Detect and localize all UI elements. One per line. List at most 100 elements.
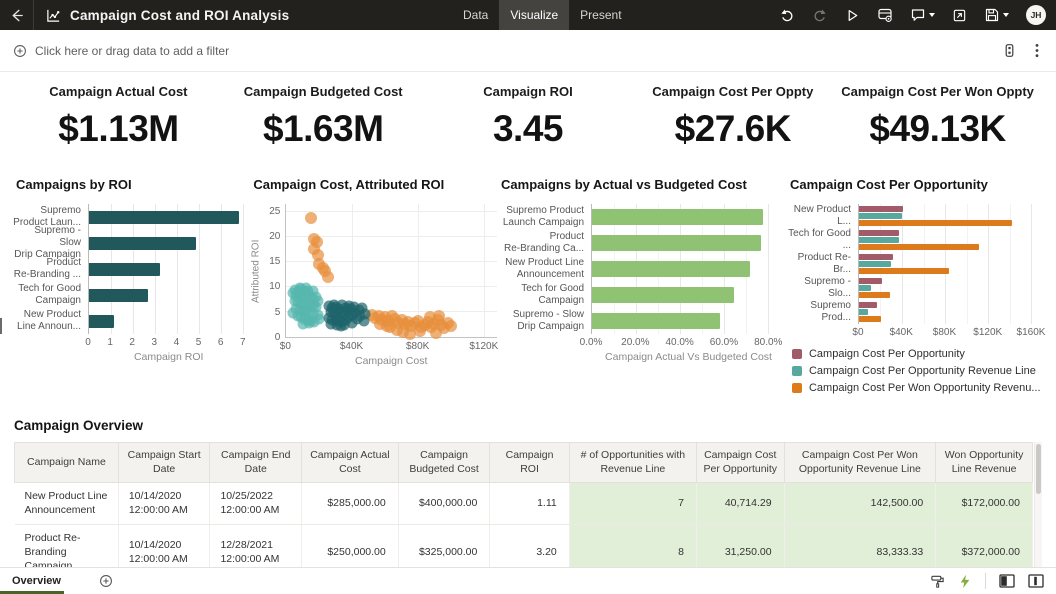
tab-overview[interactable]: Overview [0, 568, 81, 594]
table-row[interactable]: New Product Line Announcement10/14/2020 … [15, 483, 1033, 524]
bar [592, 209, 763, 225]
column-header[interactable]: Campaign Cost Per Won Opportunity Revenu… [784, 443, 936, 483]
table-row[interactable]: Product Re-Branding Campaign10/14/2020 1… [15, 524, 1033, 572]
data-point [360, 308, 371, 319]
bar [89, 237, 196, 250]
column-header[interactable]: # of Opportunities with Revenue Line [569, 443, 696, 483]
column-header[interactable]: Campaign Budgeted Cost [398, 443, 490, 483]
back-arrow-icon [9, 8, 24, 23]
kpi-label: Campaign Budgeted Cost [221, 84, 426, 99]
kebab-menu-icon[interactable] [1035, 43, 1039, 58]
x-tick-label: 80.0% [754, 337, 782, 348]
comments-button[interactable] [910, 7, 935, 23]
chart-canvas: Supremo Product Launch CampaignProduct R… [497, 204, 786, 363]
widget-cost-per-opportunity[interactable]: Campaign Cost Per Opportunity New Produc… [786, 177, 1044, 394]
bar-series-0 [859, 230, 899, 236]
play-icon [845, 8, 860, 23]
widget-actual-vs-budgeted[interactable]: Campaigns by Actual vs Budgeted Cost Sup… [497, 177, 786, 363]
page-tabs-bar: Overview [0, 567, 1056, 594]
y-tick-label: 10 [269, 282, 280, 292]
tab-data[interactable]: Data [452, 0, 499, 30]
x-tick-label: 60.0% [710, 337, 738, 348]
layout-center-panel-icon[interactable] [1028, 574, 1044, 588]
plot-area [858, 204, 1044, 324]
table-cell: 40,714.29 [697, 483, 785, 524]
chart-title: Campaigns by ROI [16, 177, 249, 192]
kpi-cost-per-oppty[interactable]: Campaign Cost Per Oppty $27.6K [630, 84, 835, 150]
column-header[interactable]: Won Opportunity Line Revenue [936, 443, 1033, 483]
gridline [221, 204, 222, 334]
conditional-formatting-icon[interactable] [1002, 43, 1017, 58]
chart-canvas: Supremo Product Laun...Supremo - Slow Dr… [12, 204, 249, 363]
kpi-cost-per-won-oppty[interactable]: Campaign Cost Per Won Oppty $49.13K [835, 84, 1040, 150]
column-header[interactable]: Campaign End Date [210, 443, 302, 483]
table-cell: $325,000.00 [398, 524, 490, 572]
scrollbar-thumb[interactable] [1036, 444, 1041, 494]
table-cell: 3.20 [490, 524, 569, 572]
paint-roller-icon[interactable] [930, 574, 945, 589]
x-axis-title: Campaign Actual Vs Budgeted Cost [591, 348, 786, 363]
kpi-row: Campaign Actual Cost $1.13M Campaign Bud… [0, 72, 1056, 150]
kpi-campaign-budgeted-cost[interactable]: Campaign Budgeted Cost $1.63M [221, 84, 426, 150]
kpi-campaign-actual-cost[interactable]: Campaign Actual Cost $1.13M [16, 84, 221, 150]
bar [89, 211, 239, 224]
header-actions: JH [779, 5, 1056, 25]
footer-actions [930, 573, 1056, 589]
undo-icon [779, 7, 795, 23]
undo-button[interactable] [779, 7, 795, 23]
column-header[interactable]: Campaign Name [15, 443, 119, 483]
category-label: New Product Line Announ... [12, 308, 88, 334]
user-avatar[interactable]: JH [1026, 5, 1046, 25]
bar-series-2 [859, 268, 949, 274]
tab-present[interactable]: Present [569, 0, 632, 30]
category-label: Product Re-Br... [786, 252, 858, 276]
table-cell: $400,000.00 [398, 483, 490, 524]
preview-button[interactable] [845, 8, 860, 23]
kpi-label: Campaign Actual Cost [16, 84, 221, 99]
bar-series-1 [859, 261, 891, 267]
mode-tabs: Data Visualize Present [452, 0, 633, 30]
add-page-icon [99, 574, 113, 588]
x-tick-label: $0 [852, 327, 863, 338]
bar [592, 313, 720, 329]
table-cell: 8 [569, 524, 696, 572]
redo-button[interactable] [812, 7, 828, 23]
table-cell: $172,000.00 [936, 483, 1033, 524]
column-header[interactable]: Campaign Actual Cost [302, 443, 399, 483]
table-scrollbar[interactable] [1034, 442, 1042, 572]
table-viewport[interactable]: Campaign NameCampaign Start DateCampaign… [14, 442, 1042, 572]
tab-overview-label: Overview [12, 575, 61, 587]
tab-visualize[interactable]: Visualize [499, 0, 569, 30]
widget-cost-attributed-roi[interactable]: Campaign Cost, Attributed ROI Attributed… [249, 177, 497, 367]
column-header[interactable]: Campaign ROI [490, 443, 569, 483]
save-button[interactable] [984, 7, 1009, 23]
dataset-button[interactable] [877, 7, 893, 23]
lightning-icon[interactable] [958, 574, 972, 589]
comment-icon [910, 7, 926, 23]
bar-series-1 [859, 213, 902, 219]
x-axis: 0.0%20.0%40.0%60.0%80.0% [591, 334, 786, 348]
filter-bar[interactable]: Click here or drag data to add a filter [0, 30, 1056, 72]
kpi-campaign-roi[interactable]: Campaign ROI 3.45 [426, 84, 631, 150]
add-page-button[interactable] [99, 574, 113, 588]
table-cell: 142,500.00 [784, 483, 936, 524]
category-label: Supremo - Slow Drip Campaign [12, 230, 88, 256]
y-tick-label: 25 [269, 207, 280, 217]
legend-item: Campaign Cost Per Opportunity [792, 348, 1044, 360]
kpi-value: $1.63M [221, 108, 426, 150]
filter-bar-actions [1002, 43, 1043, 58]
bar [89, 315, 114, 328]
filter-placeholder: Click here or drag data to add a filter [35, 44, 229, 58]
column-header[interactable]: Campaign Start Date [118, 443, 210, 483]
back-button[interactable] [0, 0, 34, 30]
x-tick-label: $160K [1017, 327, 1046, 338]
category-label: Supremo Product Launch Campaign [497, 204, 591, 230]
layout-left-panel-icon[interactable] [999, 574, 1015, 588]
data-point [289, 296, 300, 307]
open-window-button[interactable] [952, 8, 967, 23]
bar-series-1 [859, 285, 871, 291]
bar-series-2 [859, 292, 890, 298]
save-icon [984, 7, 1000, 23]
column-header[interactable]: Campaign Cost Per Opportunity [697, 443, 785, 483]
widget-campaigns-by-roi[interactable]: Campaigns by ROI Supremo Product Laun...… [12, 177, 249, 363]
